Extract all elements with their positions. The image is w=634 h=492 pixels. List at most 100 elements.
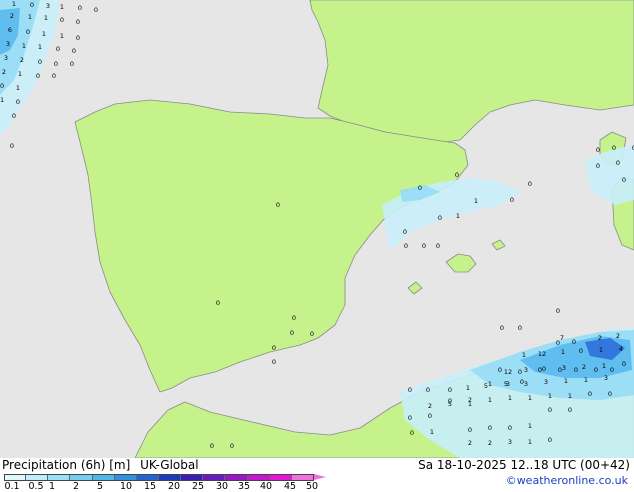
model-name: UK-Global [140,458,199,472]
precip-point-label: 1 [38,43,42,51]
scale-swatch [225,474,248,481]
precip-point-label: 0 [608,390,612,398]
precip-point-label: 3 [506,380,510,388]
precip-point-label: 2 [2,68,6,76]
precip-point-label: 1 [528,422,532,430]
precip-point-label: 0 [52,72,56,80]
precip-point-label: 1 [528,394,532,402]
precip-point-label: 0 [410,429,414,437]
precip-point-label: 0 [272,344,276,352]
precip-point-label: 0 [76,18,80,26]
precip-point-label: 1 [16,84,20,92]
precip-point-label: 1 [564,377,568,385]
scale-tick: 5 [96,481,104,492]
precip-point-label: 3 [4,54,8,62]
precip-point-label: 0 [54,60,58,68]
site-credit[interactable]: ©weatheronline.co.uk [506,474,628,487]
precip-point-label: 0 [572,338,576,346]
precip-point-label: 2 [428,402,432,410]
precip-point-label: 0 [448,386,452,394]
scale-swatch [181,474,204,481]
precip-point-label: 1 [568,392,572,400]
scale-swatch [269,474,292,481]
scale-swatch [4,474,27,481]
variable-title: Precipitation (6h) [m] [2,458,131,472]
precip-point-label: 0 [76,34,80,42]
precip-point-label: 1 [60,32,64,40]
precip-point-label: 0 [428,412,432,420]
precip-point-label: 0 [508,424,512,432]
scale-tick: 20 [167,481,181,492]
precip-point-label: 0 [500,324,504,332]
precip-point-label: 1 [0,96,4,104]
precip-point-label: 2 [488,439,492,447]
precip-point-label: 1 [22,42,26,50]
precip-point-label: 3 [6,40,10,48]
scale-swatch [114,474,137,481]
precip-point-label: 1 [42,30,46,38]
precip-point-label: 0 [230,442,234,450]
scale-tick: 40 [259,481,273,492]
precip-point-label: 0 [78,4,82,12]
precip-point-label: 0 [210,442,214,450]
scale-tick: 15 [143,481,157,492]
precipitation-map[interactable]: 1031002110060110311003200021000110000000… [0,0,634,458]
precip-point-label: 0 [488,424,492,432]
precip-point-label: 3 [604,374,608,382]
legend-bar: Precipitation (6h) [m] UK-Global Sa 18-1… [0,458,634,492]
precip-point-label: 0 [56,45,60,53]
precip-point-label: 1 [474,197,478,205]
precip-point-label: 0 [70,60,74,68]
map-canvas: 1 0 3 1 0 02 1 1 0 06 0 1 1 03 1 1 0 03 2 0 0 02 1 0 00 11 0000000… [0,0,634,458]
precip-point-label: 0 [510,196,514,204]
precip-point-label: 0 [594,366,598,374]
precip-point-label: 0 [38,58,42,66]
precip-point-label: 0 [498,366,502,374]
precip-point-label: 1 [12,0,16,8]
precip-point-label: 0 [610,366,614,374]
precip-point-label: 0 [548,406,552,414]
precip-point-label: 0 [216,299,220,307]
precip-point-label: 2 [20,56,24,64]
precip-point-label: 1 [561,348,565,356]
precip-point-label: 7 [560,334,564,342]
precip-point-label: 2 [582,363,586,371]
precip-point-label: 0 [26,28,30,36]
precip-point-label: 2 [598,334,602,342]
scale-overflow-arrow [314,474,326,480]
precip-point-label: 1 [528,438,532,446]
precip-point-label: 0 [404,242,408,250]
scale-swatch [291,474,314,481]
precip-point-label: 0 [94,6,98,14]
scale-tick: 0.1 [4,481,20,492]
precip-point-label: 1 [466,384,470,392]
precip-point-label: 0 [528,180,532,188]
precip-point-label: 0 [292,314,296,322]
precip-point-label: 0 [436,242,440,250]
precip-point-label: 0 [60,16,64,24]
precip-point-label: 1 [456,212,460,220]
precip-point-label: 0 [36,72,40,80]
scale-swatch [159,474,182,481]
precip-point-label: 1 [488,396,492,404]
precip-point-label: 3 [562,364,566,372]
scale-swatch [247,474,270,481]
precip-point-label: 0 [468,426,472,434]
precip-point-label: 1 [60,3,64,11]
valid-datetime: Sa 18-10-2025 12..18 UTC (00+42) [418,458,630,472]
precip-point-label: 0 [276,201,280,209]
precip-point-label: 0 [408,414,412,422]
precip-point-label: 3 [544,378,548,386]
precip-point-label: 0 [290,329,294,337]
scale-tick: 30 [215,481,229,492]
precip-point-label: 0 [10,142,14,150]
precip-point-label: 0 [622,360,626,368]
precipitation-color-scale [4,474,328,481]
precip-point-label: 12 [504,368,512,376]
precip-point-label: 1 [488,380,492,388]
precip-point-label: 0 [579,347,583,355]
precip-point-label: 0 [518,324,522,332]
scale-tick: 35 [237,481,251,492]
precip-point-label: 3 [524,380,528,388]
precip-point-label: 1 [599,346,603,354]
